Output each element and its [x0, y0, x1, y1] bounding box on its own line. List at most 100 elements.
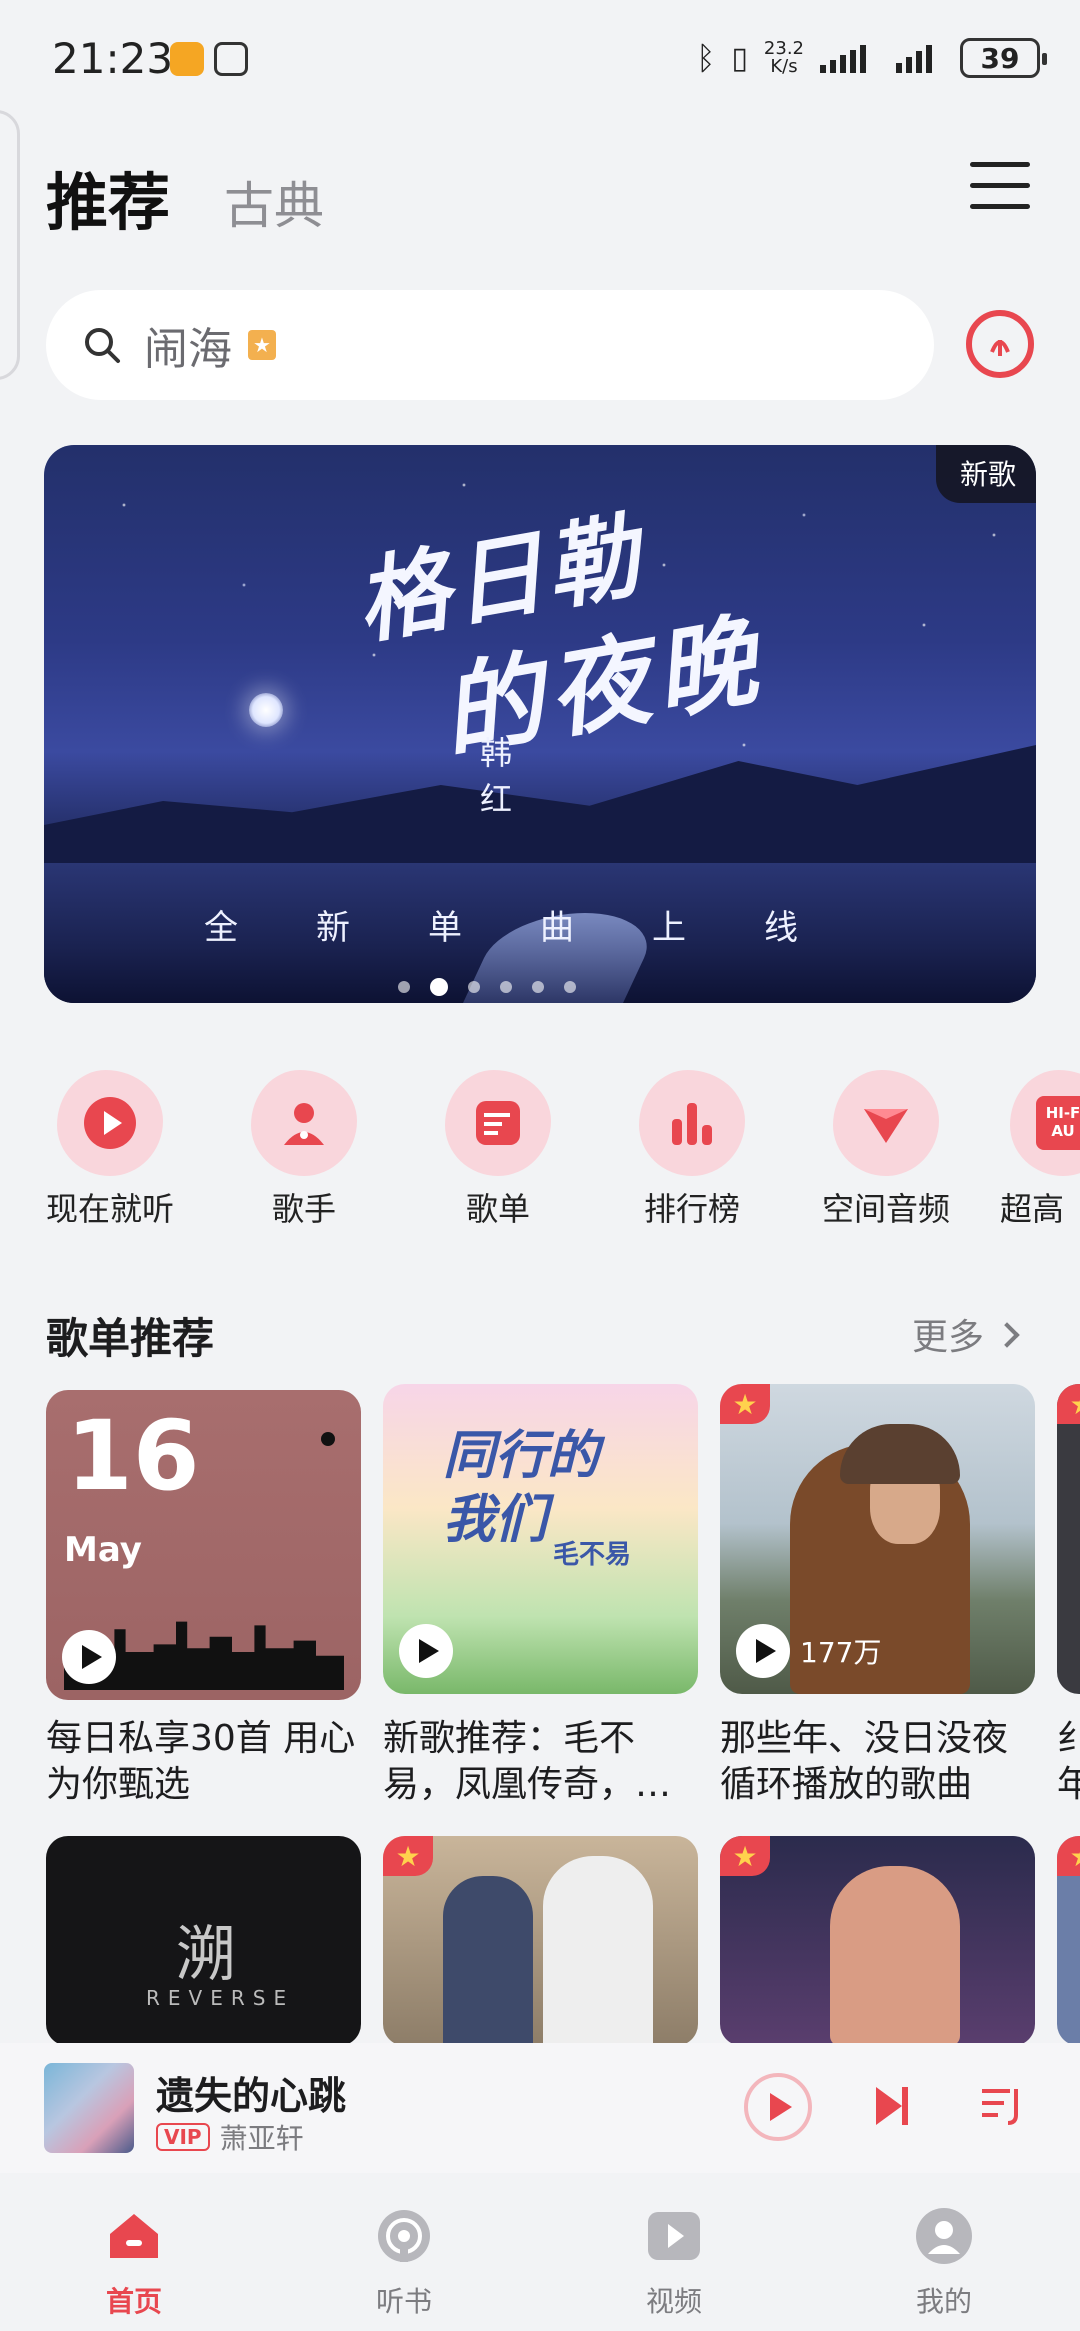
audiobook-icon [378, 2210, 430, 2262]
search-icon [85, 328, 120, 363]
nav-profile[interactable]: 我的 [864, 2206, 1024, 2320]
page-dot [500, 981, 512, 993]
playlist-icon [476, 1101, 520, 1145]
playlist-card-drama[interactable]: ★ [383, 1836, 698, 2046]
battery-indicator: 39 [960, 38, 1047, 78]
home-icon [110, 2214, 158, 2258]
chart-bars-icon [672, 1103, 712, 1145]
spatial-audio-icon [864, 1109, 908, 1143]
app-screen: 21:23 ᛒ ▯ 23.2 K/s 39 推荐 古典 闹海 ★ 新歌 格日勒 … [0, 0, 1080, 2331]
star-badge-icon: ★ [720, 1836, 770, 1876]
page-dot [564, 981, 576, 993]
cover-title: 同行的我们 [443, 1425, 600, 1550]
music-wave-icon [990, 340, 1010, 356]
play-chip[interactable] [62, 1630, 116, 1684]
play-chip[interactable] [399, 1624, 453, 1678]
nav-label: 我的 [915, 2285, 972, 2318]
playlist-card-reverse[interactable]: 溯 REVERSE [46, 1836, 361, 2046]
playlist-card-daily[interactable]: 16 May [46, 1390, 361, 1700]
more-label: 更多 [912, 1317, 985, 1358]
now-playing-title: 遗失的心跳 [156, 2074, 347, 2118]
now-playing-artist: 萧亚轩 [219, 2122, 304, 2155]
shortcut-hifi[interactable]: HI-F AU 超高 [1000, 1070, 1080, 1230]
side-edge-handle[interactable] [0, 110, 20, 380]
shortcut-label: 排行榜 [643, 1190, 740, 1228]
shortcut-charts[interactable]: 排行榜 [612, 1070, 772, 1230]
tab-classical[interactable]: 古典 [224, 166, 324, 238]
play-count: 177万 [800, 1636, 882, 1669]
shortcut-playlists[interactable]: 歌单 [418, 1070, 578, 1230]
chevron-right-icon [994, 1322, 1020, 1348]
playlist-card-classics[interactable]: ★ 177万 [720, 1384, 1035, 1694]
cover-title: 溯 [176, 1920, 236, 1990]
playlist-card-partial[interactable]: ★ [1057, 1384, 1080, 1694]
banner-artist: 韩红 [479, 734, 512, 818]
nav-label: 视频 [645, 2285, 702, 2318]
playlist-queue-icon[interactable] [980, 2083, 1024, 2127]
cover-subtitle: REVERSE [146, 1986, 295, 2010]
playlist-title[interactable]: 那些年、没日没夜循环播放的歌曲 [720, 1716, 1040, 1808]
video-icon [648, 2212, 700, 2260]
nav-label: 听书 [375, 2285, 432, 2318]
shortcut-row: 现在就听 歌手 歌单 排行榜 空间音频 HI-F AU 超高 [30, 1070, 1080, 1230]
section-title: 歌单推荐 [46, 1314, 215, 1363]
playlist-card-partial-2[interactable]: ★ [1057, 1836, 1080, 2046]
album-art[interactable] [44, 2063, 134, 2153]
page-dot-active [430, 978, 448, 996]
play-icon [62, 1630, 116, 1684]
page-dot [532, 981, 544, 993]
hifi-audio-icon: HI-F AU [1036, 1096, 1080, 1150]
search-bar[interactable]: 闹海 ★ [46, 290, 934, 400]
shortcut-label: 空间音频 [821, 1190, 950, 1228]
nav-label: 首页 [105, 2285, 162, 2318]
banner-moon [249, 693, 283, 727]
search-placeholder: 闹海 [144, 324, 232, 375]
play-button[interactable] [744, 2073, 812, 2141]
hot-star-icon: ★ [248, 330, 276, 360]
mini-player[interactable]: 遗失的心跳 VIP 萧亚轩 [0, 2043, 1080, 2173]
playlist-card-live[interactable]: ★ [720, 1836, 1035, 2046]
nav-video[interactable]: 视频 [594, 2206, 754, 2320]
banner-pagination [398, 978, 576, 996]
play-icon [736, 1624, 790, 1678]
shortcut-listen-now[interactable]: 现在就听 [30, 1070, 190, 1230]
next-track-icon[interactable] [872, 2083, 912, 2129]
nfc-icon [214, 42, 248, 76]
signal-icon [820, 45, 866, 73]
play-icon [399, 1624, 453, 1678]
playlist-title[interactable]: 每日私享30首 用心为你甄选 [46, 1716, 366, 1808]
shortcut-label: 超高 [1000, 1190, 1065, 1228]
star-badge-icon: ★ [1057, 1836, 1080, 1876]
nav-audiobook[interactable]: 听书 [324, 2206, 484, 2320]
cover-month: May [64, 1530, 142, 1570]
play-chip[interactable]: 177万 [736, 1624, 881, 1678]
cover-singer [830, 1866, 960, 2046]
shortcut-spatial-audio[interactable]: 空间音频 [806, 1070, 966, 1230]
signal-icon-2 [896, 45, 932, 73]
bluetooth-icon: ᛒ [696, 39, 716, 77]
playlist-title[interactable]: 新歌推荐：毛不易，凤凰传奇，… [383, 1716, 703, 1808]
vibrate-icon: ▯ [731, 40, 748, 76]
play-circle-icon [84, 1097, 136, 1149]
profile-icon [916, 2208, 972, 2264]
nav-home[interactable]: 首页 [54, 2206, 214, 2320]
page-dot [398, 981, 410, 993]
cover-artist: 毛不易 [553, 1540, 632, 1570]
banner-subtitle: 全新单曲上线 [204, 908, 876, 948]
singer-icon [284, 1103, 324, 1145]
net-speed: 23.2 K/s [763, 38, 804, 77]
playlist-title[interactable]: 纟年 [1057, 1716, 1080, 1808]
menu-icon[interactable] [970, 162, 1030, 212]
shortcut-singers[interactable]: 歌手 [224, 1070, 384, 1230]
voice-recognition-icon[interactable] [966, 310, 1034, 378]
banner-carousel[interactable]: 新歌 格日勒 的夜晚 韩红 全新单曲上线 [44, 445, 1036, 1003]
status-right: ᛒ ▯ 23.2 K/s 39 [696, 38, 1047, 78]
page-dot [468, 981, 480, 993]
cover-dot [321, 1432, 335, 1446]
shortcut-label: 歌单 [465, 1190, 530, 1228]
vip-badge: VIP [156, 2123, 210, 2151]
more-link[interactable]: 更多 [912, 1308, 1020, 1360]
bottom-nav: 首页 听书 视频 我的 [0, 2174, 1080, 2331]
tab-recommend[interactable]: 推荐 [46, 152, 170, 242]
playlist-card-new-songs[interactable]: 同行的我们 毛不易 [383, 1384, 698, 1694]
